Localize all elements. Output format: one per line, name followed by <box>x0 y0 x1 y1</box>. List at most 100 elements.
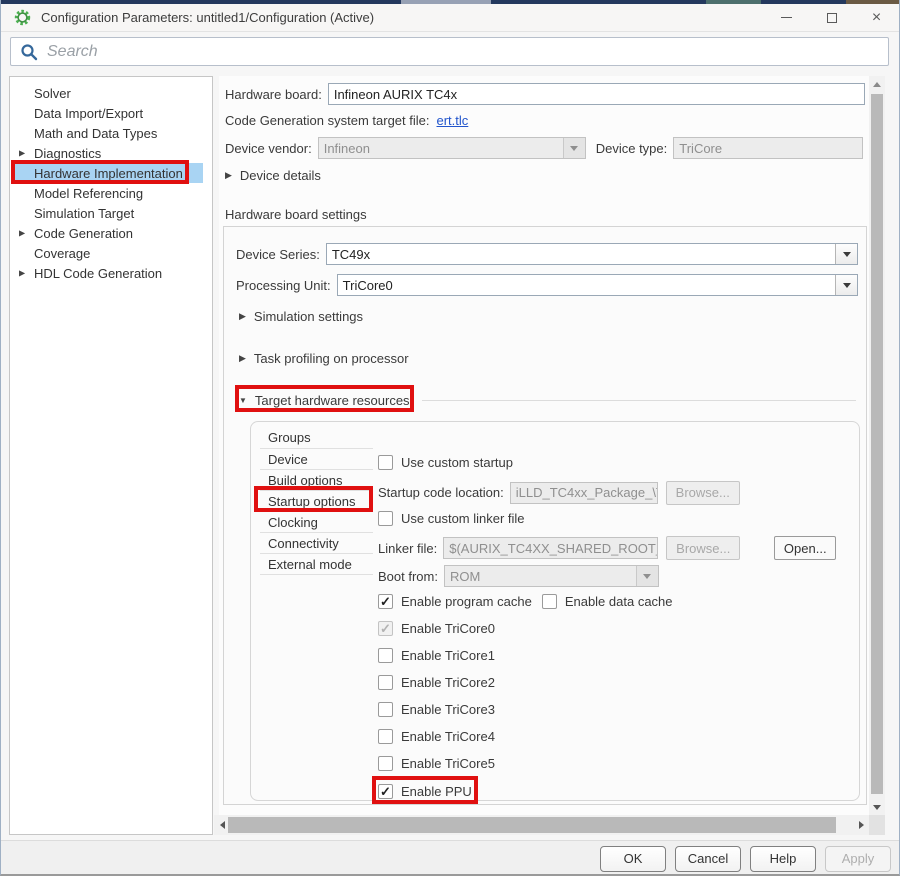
maximize-icon <box>827 13 837 23</box>
device-details-label: Device details <box>240 168 321 183</box>
category-tree-panel: Solver Data Import/Export Math and Data … <box>9 76 213 835</box>
ert-tlc-link[interactable]: ert.tlc <box>437 113 469 128</box>
sidebar-item-math-and-data-types[interactable]: Math and Data Types <box>10 123 212 143</box>
group-tab-startup-options[interactable]: Startup options <box>260 491 373 512</box>
help-button[interactable]: Help <box>750 846 816 872</box>
use-custom-startup-row: ✓ Use custom startup <box>378 455 513 470</box>
simulation-settings-label: Simulation settings <box>254 309 363 324</box>
enable-tricore2-label: Enable TriCore2 <box>401 675 495 690</box>
window-title: Configuration Parameters: untitled1/Conf… <box>41 10 374 25</box>
use-custom-linker-label: Use custom linker file <box>401 511 525 526</box>
enable-data-cache-checkbox[interactable]: ✓ <box>542 594 557 609</box>
scroll-up-icon[interactable] <box>869 76 885 92</box>
enable-tricore1-label: Enable TriCore1 <box>401 648 495 663</box>
device-vendor-label: Device vendor: <box>225 141 312 156</box>
sidebar-item-data-import-export[interactable]: Data Import/Export <box>10 103 212 123</box>
group-tab-device[interactable]: Device <box>260 449 373 470</box>
minimize-button[interactable] <box>764 4 809 31</box>
sidebar-item-code-generation[interactable]: ▶Code Generation <box>10 223 212 243</box>
use-custom-startup-checkbox[interactable]: ✓ <box>378 455 393 470</box>
search-icon <box>20 43 38 61</box>
task-profiling-label: Task profiling on processor <box>254 351 409 366</box>
close-button[interactable]: × <box>854 4 899 31</box>
sidebar-item-model-referencing[interactable]: Model Referencing <box>10 183 212 203</box>
group-tab-connectivity[interactable]: Connectivity <box>260 533 373 554</box>
device-series-row: Device Series: TC49x <box>236 243 858 265</box>
scroll-down-icon[interactable] <box>869 799 885 815</box>
use-custom-linker-checkbox[interactable]: ✓ <box>378 511 393 526</box>
dropdown-arrow-icon <box>563 138 585 158</box>
ok-button[interactable]: OK <box>600 846 666 872</box>
processing-unit-dropdown[interactable]: TriCore0 <box>337 274 858 296</box>
dialog-footer: OK Cancel Help Apply <box>1 840 899 876</box>
enable-tricore5-row: ✓ Enable TriCore5 <box>378 756 495 771</box>
sidebar-item-solver[interactable]: Solver <box>10 83 212 103</box>
cache-row: ✓ Enable program cache ✓ Enable data cac… <box>378 594 673 609</box>
device-series-label: Device Series: <box>236 247 320 262</box>
scrollbar-corner <box>869 815 885 835</box>
enable-ppu-row: ✓ Enable PPU <box>378 784 472 799</box>
enable-tricore0-row: ✓ Enable TriCore0 <box>378 621 495 636</box>
category-tree: Solver Data Import/Export Math and Data … <box>10 77 212 283</box>
device-details-section[interactable]: ▶ Device details <box>225 168 321 183</box>
enable-tricore4-checkbox[interactable]: ✓ <box>378 729 393 744</box>
hardware-board-field[interactable]: Infineon AURIX TC4x <box>328 83 865 105</box>
task-profiling-section[interactable]: ▶ Task profiling on processor <box>239 351 409 366</box>
sidebar-item-simulation-target[interactable]: Simulation Target <box>10 203 212 223</box>
search-input[interactable]: Search <box>10 37 889 66</box>
enable-ppu-label: Enable PPU <box>401 784 472 799</box>
enable-tricore2-checkbox[interactable]: ✓ <box>378 675 393 690</box>
enable-program-cache-checkbox[interactable]: ✓ <box>378 594 393 609</box>
dropdown-arrow-icon[interactable] <box>835 244 857 264</box>
horizontal-scrollbar-thumb[interactable] <box>228 817 836 833</box>
tree-expand-icon[interactable]: ▶ <box>19 269 25 278</box>
enable-tricore5-checkbox[interactable]: ✓ <box>378 756 393 771</box>
device-vendor-row: Device vendor: Infineon Device type: Tri… <box>225 137 863 159</box>
search-placeholder: Search <box>47 43 98 61</box>
dropdown-arrow-icon[interactable] <box>835 275 857 295</box>
horizontal-scrollbar[interactable] <box>214 815 869 835</box>
group-tab-build-options[interactable]: Build options <box>260 470 373 491</box>
enable-tricore0-checkbox: ✓ <box>378 621 393 636</box>
title-bar: Configuration Parameters: untitled1/Conf… <box>1 4 899 32</box>
sidebar-item-diagnostics[interactable]: ▶Diagnostics <box>10 143 212 163</box>
startup-code-location-row: Startup code location: iLLD_TC4xx_Packag… <box>378 481 740 504</box>
use-custom-linker-row: ✓ Use custom linker file <box>378 511 525 526</box>
maximize-button[interactable] <box>809 4 854 31</box>
startup-code-location-field: iLLD_TC4xx_Package_\T <box>510 482 658 504</box>
startup-code-location-label: Startup code location: <box>378 485 504 500</box>
linker-browse-button: Browse... <box>666 536 740 560</box>
apply-button: Apply <box>825 846 891 872</box>
sidebar-item-hardware-implementation[interactable]: Hardware Implementation <box>15 163 203 183</box>
device-type-label: Device type: <box>596 141 668 156</box>
tree-expand-icon[interactable]: ▶ <box>19 229 25 238</box>
vertical-scrollbar[interactable] <box>869 76 885 815</box>
simulink-config-gear-icon <box>14 9 31 26</box>
tree-expand-icon: ▶ <box>239 353 246 364</box>
sidebar-item-hdl-code-generation[interactable]: ▶HDL Code Generation <box>10 263 212 283</box>
enable-tricore1-checkbox[interactable]: ✓ <box>378 648 393 663</box>
device-series-dropdown[interactable]: TC49x <box>326 243 858 265</box>
group-tab-clocking[interactable]: Clocking <box>260 512 373 533</box>
enable-tricore3-checkbox[interactable]: ✓ <box>378 702 393 717</box>
tree-expand-icon[interactable]: ▶ <box>19 149 25 158</box>
target-file-row: Code Generation system target file: ert.… <box>225 112 468 128</box>
startup-browse-button: Browse... <box>666 481 740 505</box>
configuration-parameters-dialog: Configuration Parameters: untitled1/Conf… <box>0 0 900 876</box>
vertical-scrollbar-thumb[interactable] <box>871 94 883 794</box>
enable-tricore2-row: ✓ Enable TriCore2 <box>378 675 495 690</box>
linker-open-button[interactable]: Open... <box>774 536 836 560</box>
processing-unit-row: Processing Unit: TriCore0 <box>236 274 858 296</box>
target-hardware-resources-section[interactable]: ▼ Target hardware resources <box>239 393 410 408</box>
cancel-button[interactable]: Cancel <box>675 846 741 872</box>
window-controls: × <box>764 4 899 31</box>
simulation-settings-section[interactable]: ▶ Simulation settings <box>239 309 363 324</box>
enable-ppu-checkbox[interactable]: ✓ <box>378 784 393 799</box>
settings-panel: Hardware board: Infineon AURIX TC4x Code… <box>219 76 869 815</box>
processing-unit-label: Processing Unit: <box>236 278 331 293</box>
linker-file-field: $(AURIX_TC4XX_SHARED_ROOT_I <box>443 537 658 559</box>
sidebar-item-coverage[interactable]: Coverage <box>10 243 212 263</box>
device-vendor-dropdown: Infineon <box>318 137 586 159</box>
group-tab-external-mode[interactable]: External mode <box>260 554 373 575</box>
scroll-right-icon[interactable] <box>853 817 869 833</box>
